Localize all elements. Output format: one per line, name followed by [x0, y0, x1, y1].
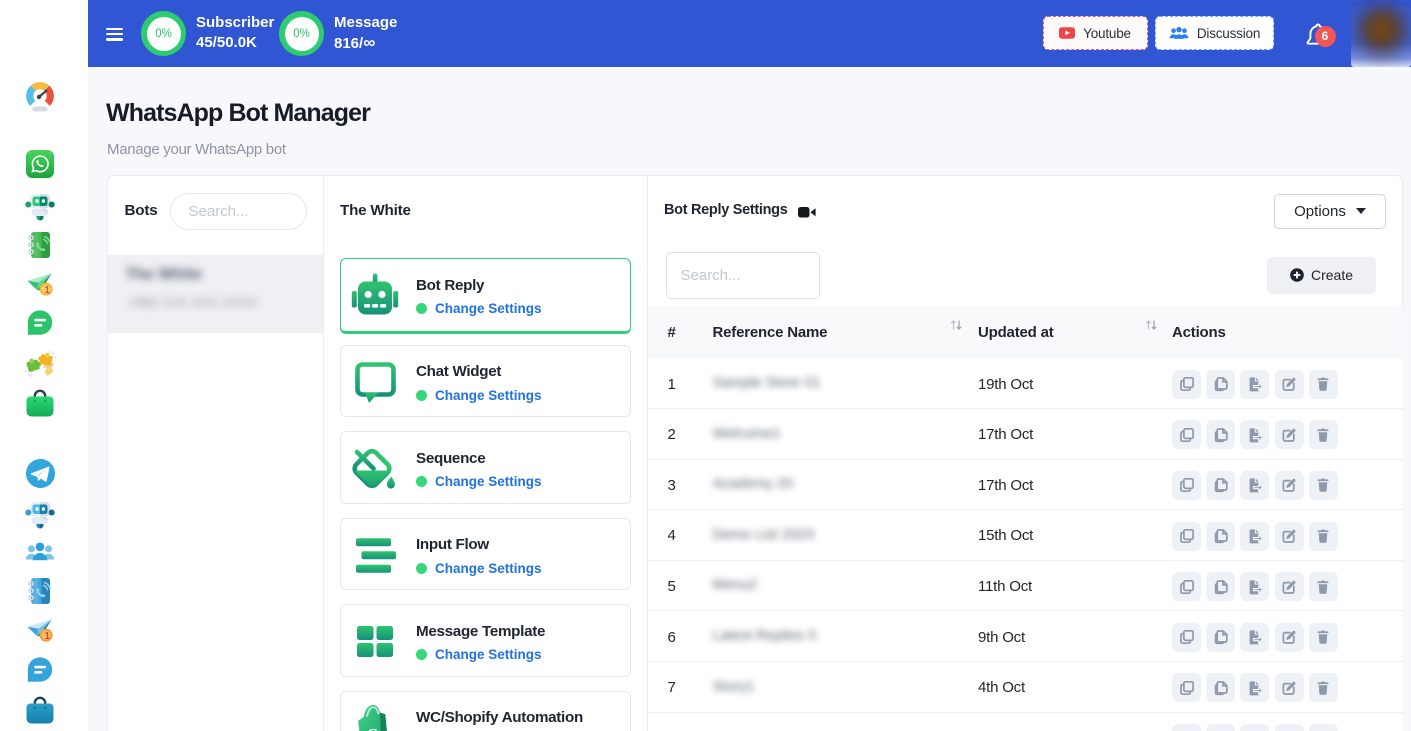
svg-text:1: 1 — [45, 285, 51, 296]
svg-text:1: 1 — [45, 631, 51, 642]
svg-text:S: S — [366, 725, 377, 731]
